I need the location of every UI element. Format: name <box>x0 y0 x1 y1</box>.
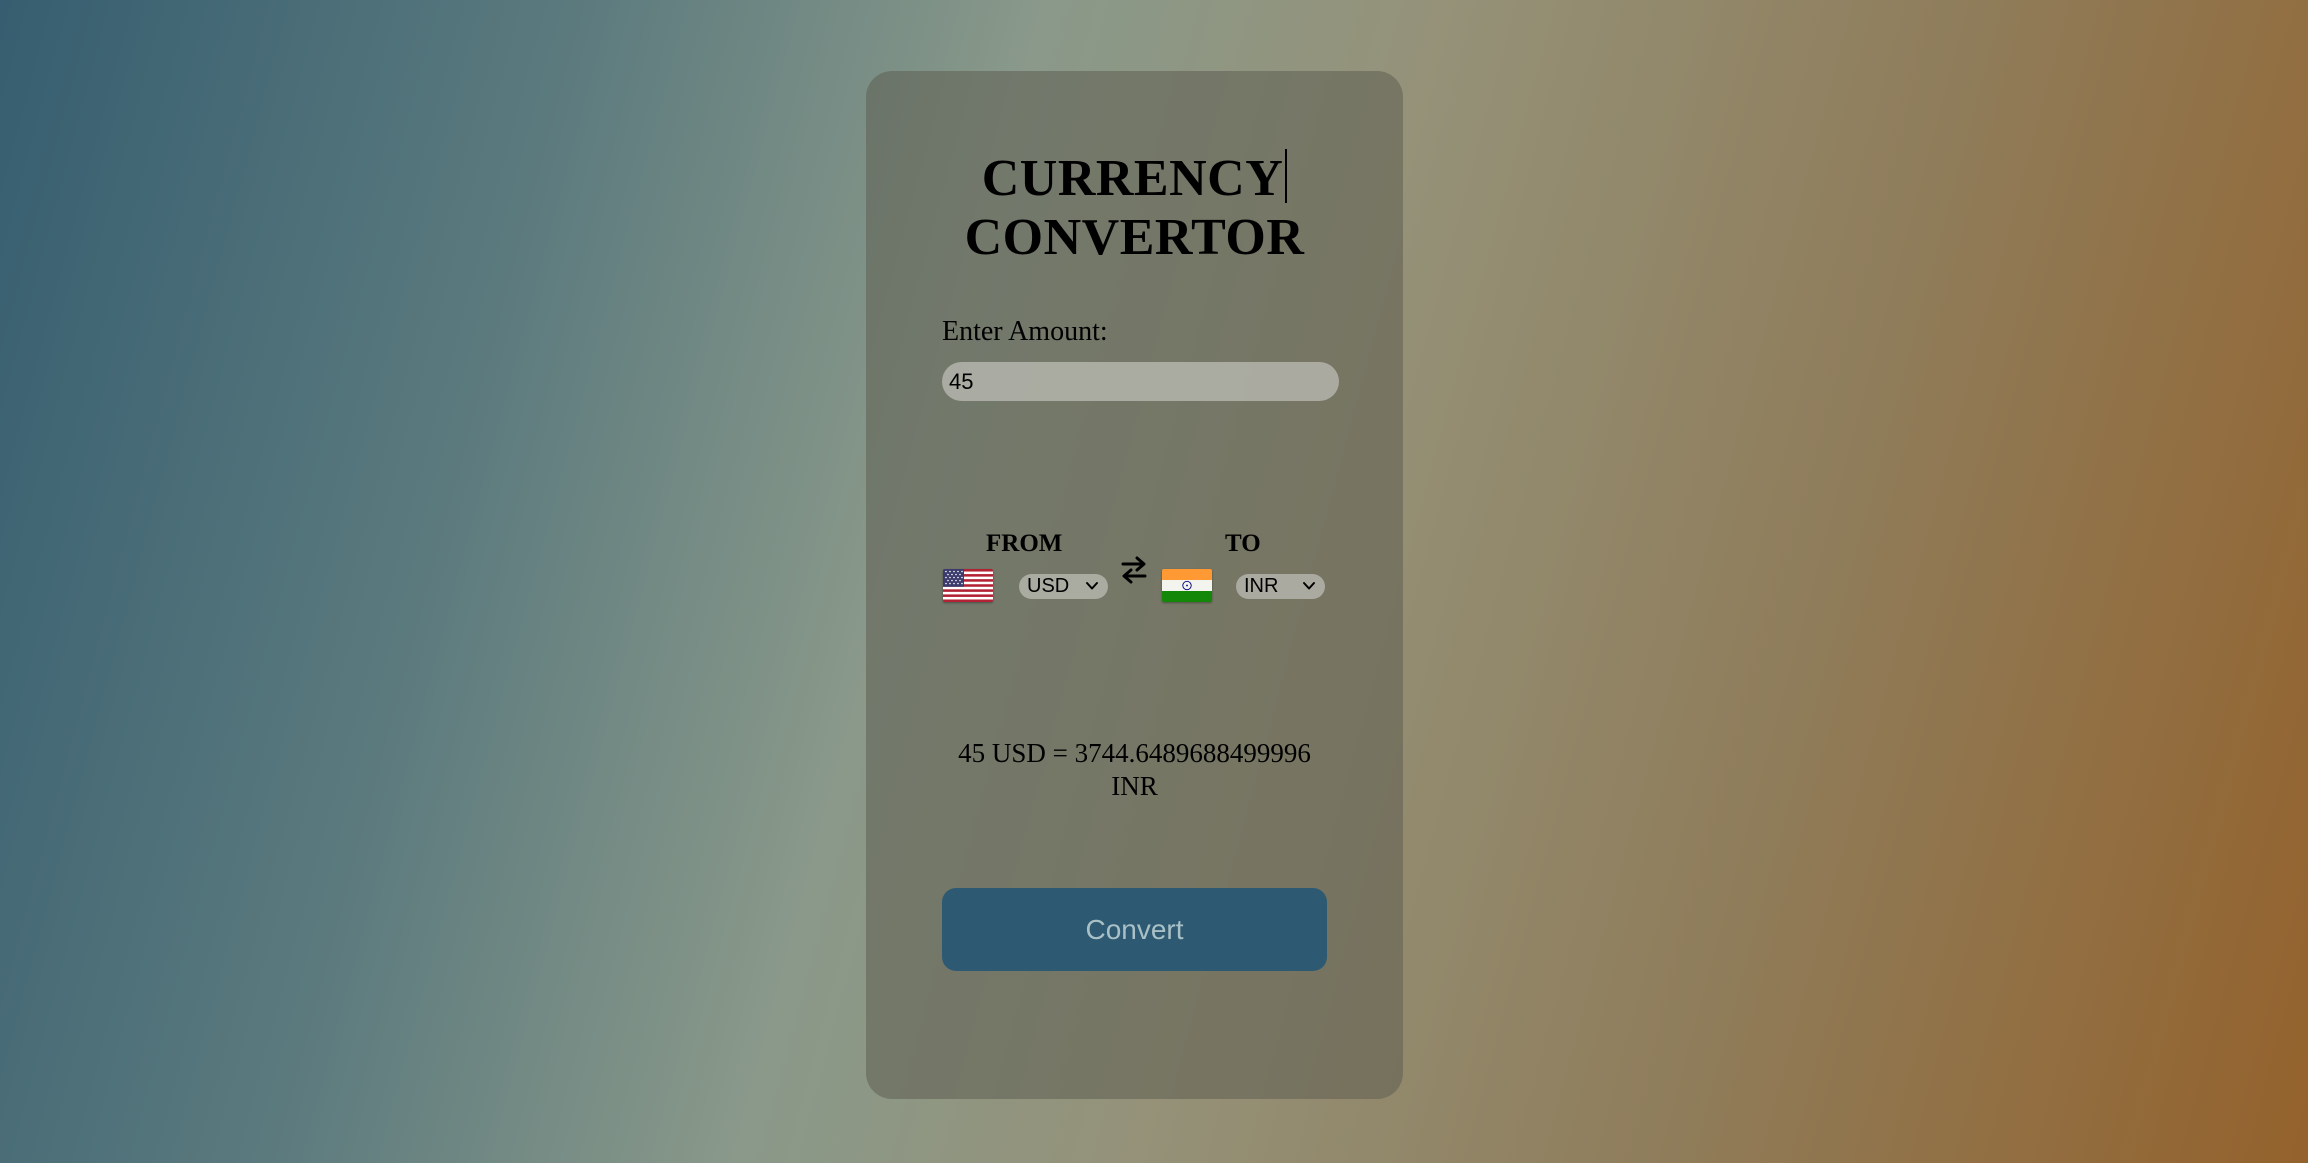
from-label: FROM <box>986 530 1063 557</box>
india-flag-icon <box>1162 569 1212 602</box>
from-currency-select[interactable]: USD <box>1019 574 1108 599</box>
chevron-down-icon <box>1086 582 1098 590</box>
us-flag-icon <box>943 569 993 602</box>
title-line-1: CURRENCY <box>981 150 1284 207</box>
page-title: CURRENCY CONVERTOR <box>866 149 1403 267</box>
amount-label: Enter Amount: <box>942 316 1108 347</box>
title-line-2: CONVERTOR <box>964 209 1305 266</box>
to-currency-select[interactable]: INR <box>1236 574 1325 599</box>
convert-button[interactable]: Convert <box>942 888 1327 971</box>
to-currency-value: INR <box>1244 575 1279 597</box>
to-label: TO <box>1225 530 1261 557</box>
conversion-result: 45 USD = 3744.6489688499996 INR <box>866 737 1403 803</box>
from-currency-value: USD <box>1027 575 1070 597</box>
amount-input[interactable] <box>942 362 1339 401</box>
result-text: 45 USD = 3744.6489688499996 INR <box>958 738 1311 801</box>
text-caret <box>1285 149 1288 203</box>
swap-arrows-icon[interactable] <box>1120 555 1148 585</box>
chevron-down-icon <box>1303 582 1315 590</box>
converter-card: CURRENCY CONVERTOR Enter Amount: FROM TO… <box>866 71 1403 1099</box>
